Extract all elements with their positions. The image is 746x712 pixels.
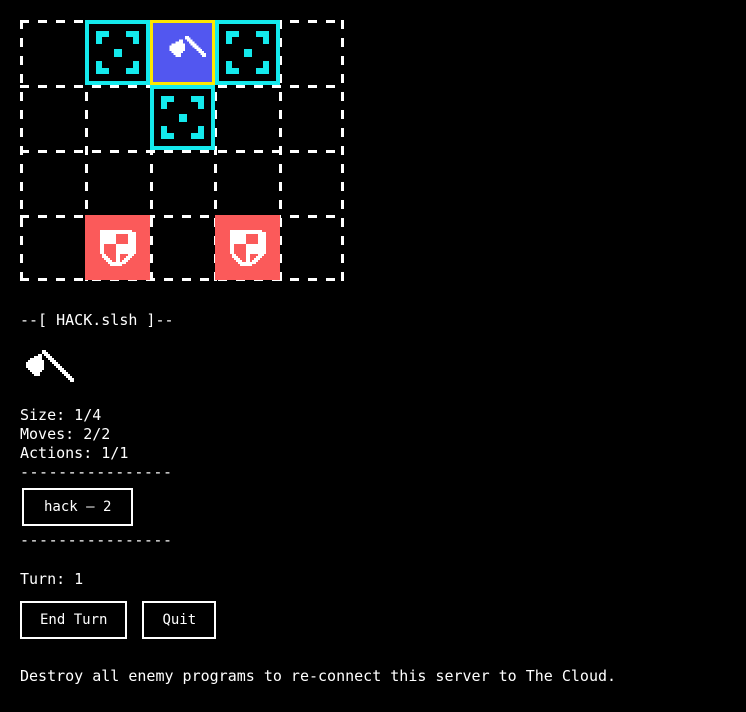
- axe-icon: [153, 23, 212, 82]
- separator-top: ----------------: [20, 463, 173, 481]
- grid-line-vertical: [341, 20, 344, 281]
- tile-move-target-down[interactable]: [150, 85, 215, 150]
- grid-line-vertical: [20, 20, 23, 281]
- move-target-icon: [243, 48, 252, 57]
- end-turn-button[interactable]: End Turn: [20, 601, 128, 639]
- corner-bracket-icon: [96, 31, 109, 44]
- stat-size: Size: 1/4: [20, 406, 102, 424]
- quit-button[interactable]: Quit: [142, 601, 217, 639]
- stat-moves: Moves: 2/2: [20, 425, 111, 443]
- corner-bracket-icon: [126, 61, 139, 74]
- tile-move-target-left[interactable]: [85, 20, 150, 85]
- tile-player-unit[interactable]: [150, 20, 215, 85]
- move-target-icon: [113, 48, 122, 57]
- corner-bracket-icon: [226, 61, 239, 74]
- game-board[interactable]: [20, 20, 344, 281]
- unit-portrait-axe-icon: [20, 348, 80, 392]
- corner-bracket-icon: [191, 126, 204, 139]
- turn-counter: Turn: 1: [20, 570, 84, 588]
- unit-panel: --[ HACK.slsh ]-- Size: 1/4 Moves: 2/2 A…: [20, 310, 726, 686]
- tile-enemy-left[interactable]: [85, 215, 150, 280]
- grid-line-horizontal: [20, 150, 344, 153]
- shield-icon: [215, 215, 280, 280]
- corner-bracket-icon: [161, 96, 174, 109]
- corner-bracket-icon: [226, 31, 239, 44]
- corner-bracket-icon: [126, 31, 139, 44]
- turn-controls: End Turn Quit: [20, 601, 726, 639]
- tile-enemy-right[interactable]: [215, 215, 280, 280]
- grid-line-horizontal: [20, 278, 344, 281]
- corner-bracket-icon: [161, 126, 174, 139]
- separator-bottom: ----------------: [20, 531, 173, 549]
- panel-title: --[ HACK.slsh ]--: [20, 311, 174, 329]
- unit-stats: Size: 1/4 Moves: 2/2 Actions: 1/1: [20, 406, 726, 463]
- corner-bracket-icon: [96, 61, 109, 74]
- corner-bracket-icon: [256, 61, 269, 74]
- stat-actions: Actions: 1/1: [20, 444, 129, 462]
- corner-bracket-icon: [191, 96, 204, 109]
- hack-action-button[interactable]: hack — 2: [22, 488, 134, 526]
- grid-line-horizontal: [20, 215, 344, 218]
- action-buttons: hack — 2: [20, 488, 726, 526]
- shield-icon: [85, 215, 150, 280]
- tile-move-target-right[interactable]: [215, 20, 280, 85]
- objective-hint: Destroy all enemy programs to re-connect…: [20, 667, 617, 685]
- move-target-icon: [178, 113, 187, 122]
- corner-bracket-icon: [256, 31, 269, 44]
